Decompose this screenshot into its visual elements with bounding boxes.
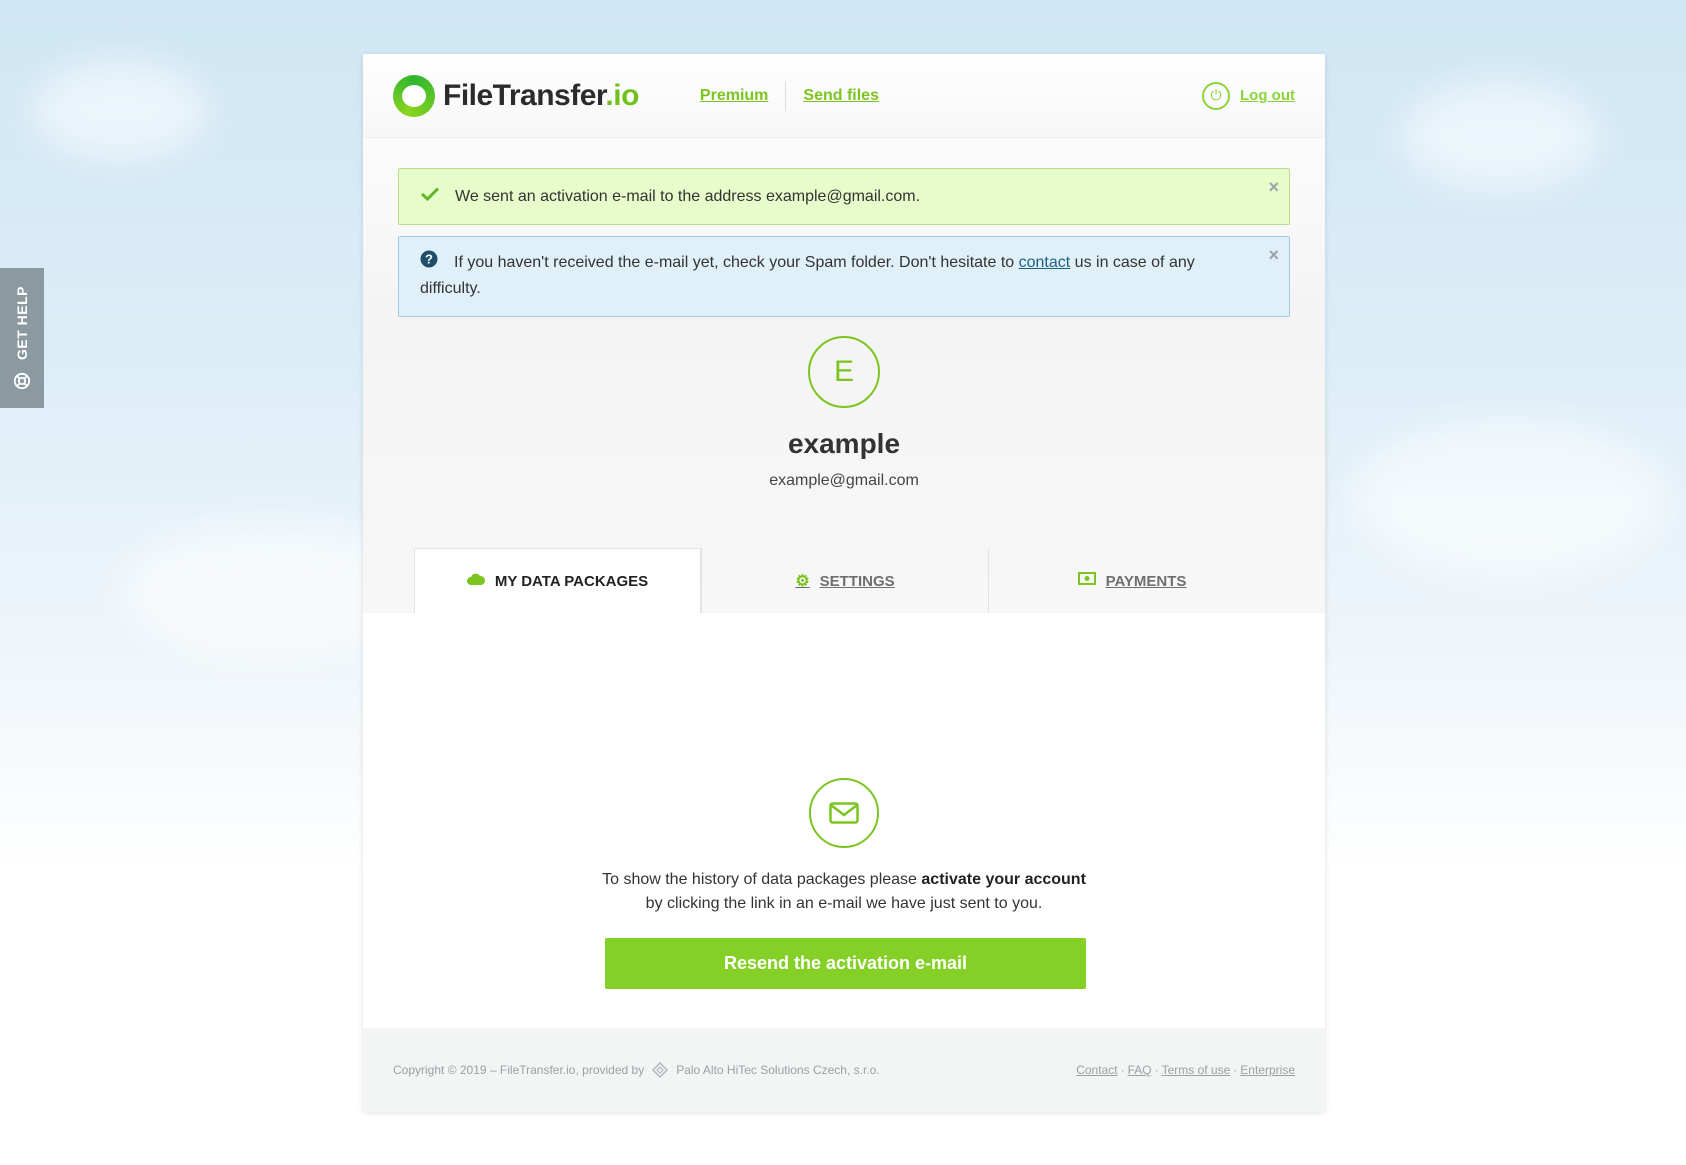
card-top: FileTransfer.io Premium Send files ⏻ Log… bbox=[363, 54, 1325, 615]
send-files-link[interactable]: Send files bbox=[786, 87, 896, 105]
lifebuoy-icon bbox=[13, 372, 31, 390]
username: example bbox=[787, 428, 901, 459]
background-cloud bbox=[30, 60, 210, 160]
contact-link[interactable]: contact bbox=[1019, 254, 1071, 271]
logout-link[interactable]: Log out bbox=[1240, 87, 1295, 104]
close-icon[interactable]: × bbox=[1268, 175, 1279, 200]
footer-links: Contact · FAQ · Terms of use · Enterprise bbox=[1076, 1063, 1295, 1077]
activation-message-line2: by clicking the link in an e-mail we hav… bbox=[645, 895, 1043, 912]
background-cloud bbox=[1350, 420, 1670, 580]
tab-bar: MY DATA PACKAGES ⚙ SETTINGS PAYMENTS bbox=[363, 548, 1325, 615]
get-help-label: GET HELP bbox=[14, 285, 30, 360]
question-icon: ? bbox=[420, 250, 438, 276]
envelope-icon bbox=[809, 778, 879, 848]
header: FileTransfer.io Premium Send files ⏻ Log… bbox=[363, 54, 1325, 138]
activation-message-line1: To show the history of data packages ple… bbox=[602, 871, 922, 888]
power-icon: ⏻ bbox=[1202, 81, 1231, 110]
top-nav: Premium Send files bbox=[683, 80, 896, 111]
cloud-icon bbox=[466, 573, 485, 591]
logout[interactable]: ⏻ Log out bbox=[1202, 81, 1295, 110]
tab-label: MY DATA PACKAGES bbox=[494, 573, 649, 590]
copyright-text: Copyright © 2019 – FileTransfer.io, prov… bbox=[393, 1063, 645, 1077]
logo[interactable]: FileTransfer.io bbox=[393, 74, 639, 117]
info-alert-text-before: If you haven't received the e-mail yet, … bbox=[454, 254, 1019, 272]
tab-settings[interactable]: ⚙ SETTINGS bbox=[701, 548, 988, 614]
activation-message-bold: activate your account bbox=[921, 871, 1086, 888]
main-card: FileTransfer.io Premium Send files ⏻ Log… bbox=[363, 54, 1325, 1112]
partner-link[interactable]: Palo Alto HiTec Solutions Czech, s.r.o. bbox=[652, 1062, 880, 1078]
partner-name: Palo Alto HiTec Solutions Czech, s.r.o. bbox=[676, 1063, 880, 1077]
footer-terms-link[interactable]: Terms of use bbox=[1162, 1063, 1231, 1077]
tab-label: SETTINGS bbox=[819, 572, 895, 590]
info-alert: ? If you haven't received the e-mail yet… bbox=[398, 236, 1290, 317]
tab-content: To show the history of data packages ple… bbox=[363, 613, 1325, 1028]
logo-main: FileTransfer bbox=[443, 78, 606, 112]
premium-link[interactable]: Premium bbox=[683, 87, 785, 105]
avatar: E bbox=[808, 336, 880, 408]
money-icon bbox=[1077, 572, 1096, 590]
background-cloud bbox=[1400, 80, 1600, 190]
close-icon[interactable]: × bbox=[1268, 243, 1279, 268]
logo-suffix: .io bbox=[605, 78, 639, 112]
svg-text:?: ? bbox=[425, 252, 433, 267]
logo-icon bbox=[393, 74, 435, 117]
tab-label: PAYMENTS bbox=[1105, 572, 1187, 590]
partner-logo-icon bbox=[652, 1062, 669, 1078]
footer-enterprise-link[interactable]: Enterprise bbox=[1240, 1063, 1295, 1077]
footer-contact-link[interactable]: Contact bbox=[1076, 1063, 1117, 1077]
success-alert-text: We sent an activation e-mail to the addr… bbox=[455, 188, 921, 205]
footer: Copyright © 2019 – FileTransfer.io, prov… bbox=[363, 1028, 1325, 1112]
tab-my-data-packages[interactable]: MY DATA PACKAGES bbox=[414, 548, 701, 615]
gear-icon: ⚙ bbox=[795, 573, 810, 590]
footer-faq-link[interactable]: FAQ bbox=[1128, 1063, 1152, 1077]
checkmark-icon bbox=[420, 184, 440, 209]
user-email: example@gmail.com bbox=[769, 472, 919, 489]
resend-activation-button[interactable]: Resend the activation e-mail bbox=[605, 938, 1086, 989]
logo-text: FileTransfer.io bbox=[443, 79, 639, 113]
get-help-tab[interactable]: GET HELP bbox=[0, 268, 44, 408]
profile: E example example@gmail.com bbox=[363, 336, 1325, 490]
activation-message: To show the history of data packages ple… bbox=[363, 868, 1325, 916]
success-alert: We sent an activation e-mail to the addr… bbox=[398, 168, 1290, 225]
tab-payments[interactable]: PAYMENTS bbox=[988, 548, 1275, 614]
